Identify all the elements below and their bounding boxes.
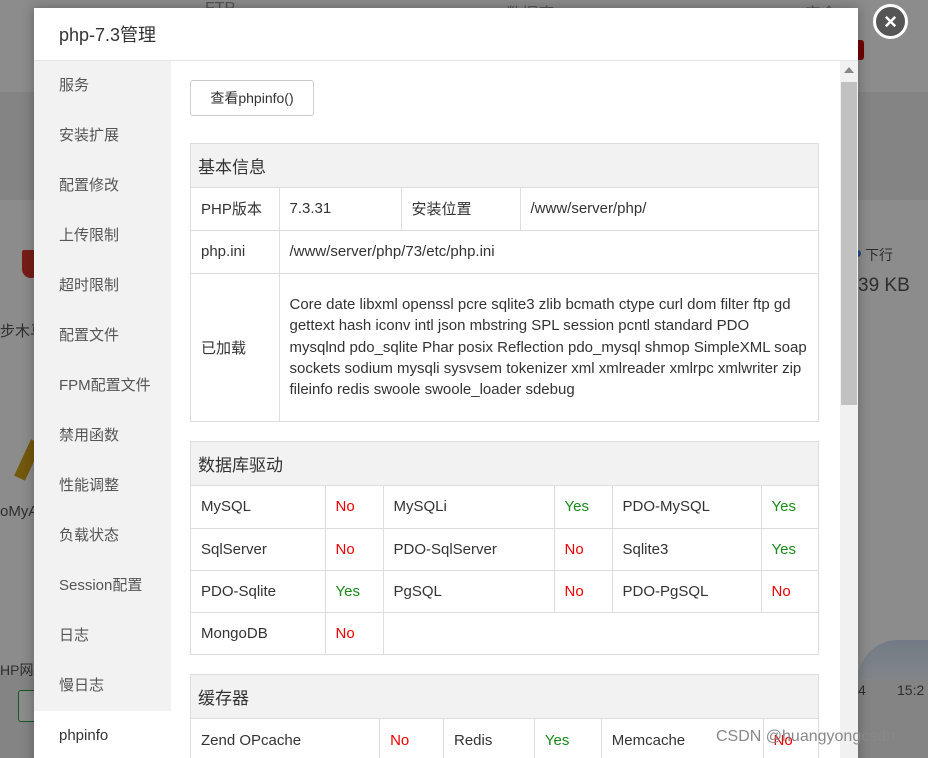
table-row: SqlServer No PDO-SqlServer No Sqlite3 Yes [191,527,818,571]
driver-name: MySQLi [382,486,555,529]
dialog-content: 查看phpinfo() 基本信息 PHP版本 7.3.31 安装位置 /www/… [171,61,841,758]
sidebar-item[interactable]: Session配置 [34,561,171,611]
driver-status: No [379,719,444,758]
table-row: 已加载 Core date libxml openssl pcre sqlite… [191,272,818,421]
driver-status: No [760,569,818,613]
driver-name: SqlServer [191,527,326,571]
sidebar-item[interactable]: FPM配置文件 [34,361,171,411]
driver-name: PDO-SqlServer [382,527,555,571]
driver-name: PgSQL [382,569,555,613]
sidebar-item[interactable]: 上传限制 [34,211,171,261]
scroll-up-arrow-icon[interactable] [844,67,854,73]
php-manage-dialog: php-7.3管理 × 服务 安装扩展 配置修改 上传限制 超时限制 配置文件 FPM配置文… [34,4,908,758]
basic-info-section: 基本信息 PHP版本 7.3.31 安装位置 /www/server/php/ … [190,143,819,422]
sidebar-item[interactable]: phpinfo [34,711,171,758]
driver-name: PDO-Sqlite [191,569,326,613]
php-version-label: PHP版本 [191,188,280,231]
driver-name: Zend OPcache [191,719,381,758]
section-title: 缓存器 [191,675,818,719]
sidebar-item[interactable]: 性能调整 [34,461,171,511]
dialog-header: php-7.3管理 [34,8,858,61]
table-row: php.ini /www/server/php/73/etc/php.ini [191,229,818,274]
sidebar-item[interactable]: 配置文件 [34,311,171,361]
driver-status: No [324,611,384,654]
view-phpinfo-button[interactable]: 查看phpinfo() [190,80,314,116]
csdn-watermark: CSDN @huangyongcsdn [716,728,896,745]
driver-status: Yes [324,569,384,613]
sidebar-item[interactable]: 超时限制 [34,261,171,311]
php-version-value: 7.3.31 [278,188,402,231]
ini-path-value: /www/server/php/73/etc/php.ini [278,229,818,274]
sidebar-item[interactable]: 慢日志 [34,661,171,711]
section-title: 基本信息 [191,144,818,188]
driver-status: Yes [760,486,818,529]
basic-info-table: PHP版本 7.3.31 安装位置 /www/server/php/ php.i… [191,188,818,421]
driver-status: No [553,569,613,613]
sidebar-item[interactable]: 禁用函数 [34,411,171,461]
loaded-extensions-value: Core date libxml openssl pcre sqlite3 zl… [278,272,818,421]
install-path-label: 安装位置 [400,188,521,231]
section-title: 数据库驱动 [191,442,818,486]
driver-name: MongoDB [191,611,326,654]
table-row: MySQL No MySQLi Yes PDO-MySQL Yes [191,486,818,529]
driver-status: Yes [553,486,613,529]
dialog-title: php-7.3管理 [59,25,157,45]
driver-status: No [553,527,613,571]
driver-name: Redis [443,719,535,758]
close-icon[interactable]: × [873,4,908,39]
driver-name: Sqlite3 [611,527,762,571]
table-row: PDO-Sqlite Yes PgSQL No PDO-PgSQL No [191,569,818,613]
driver-status: Yes [760,527,818,571]
driver-name: MySQL [191,486,326,529]
sidebar-item[interactable]: 配置修改 [34,161,171,211]
ini-label: php.ini [191,229,280,274]
scroll-thumb[interactable] [841,82,857,405]
sidebar-item[interactable]: 日志 [34,611,171,661]
content-scrollbar[interactable] [840,61,858,758]
driver-status: No [324,486,384,529]
sidebar-item[interactable]: 负载状态 [34,511,171,561]
dialog-sidebar: 服务 安装扩展 配置修改 上传限制 超时限制 配置文件 FPM配置文件 禁用函数 性能调整 负载状… [34,61,171,758]
table-row: MongoDB No [191,611,818,654]
install-path-value: /www/server/php/ [519,188,818,231]
driver-name: PDO-PgSQL [611,569,762,613]
empty-cell [382,611,818,654]
driver-name: PDO-MySQL [611,486,762,529]
loaded-label: 已加载 [191,272,280,421]
table-row: PHP版本 7.3.31 安装位置 /www/server/php/ [191,188,818,231]
sidebar-item[interactable]: 服务 [34,61,171,111]
db-driver-section: 数据库驱动 MySQL No MySQLi Yes PDO-MySQL Yes SqlSer… [190,441,819,655]
sidebar-item[interactable]: 安装扩展 [34,111,171,161]
driver-status: No [324,527,384,571]
db-driver-table: MySQL No MySQLi Yes PDO-MySQL Yes SqlServer No P… [191,486,818,654]
driver-status: Yes [533,719,602,758]
